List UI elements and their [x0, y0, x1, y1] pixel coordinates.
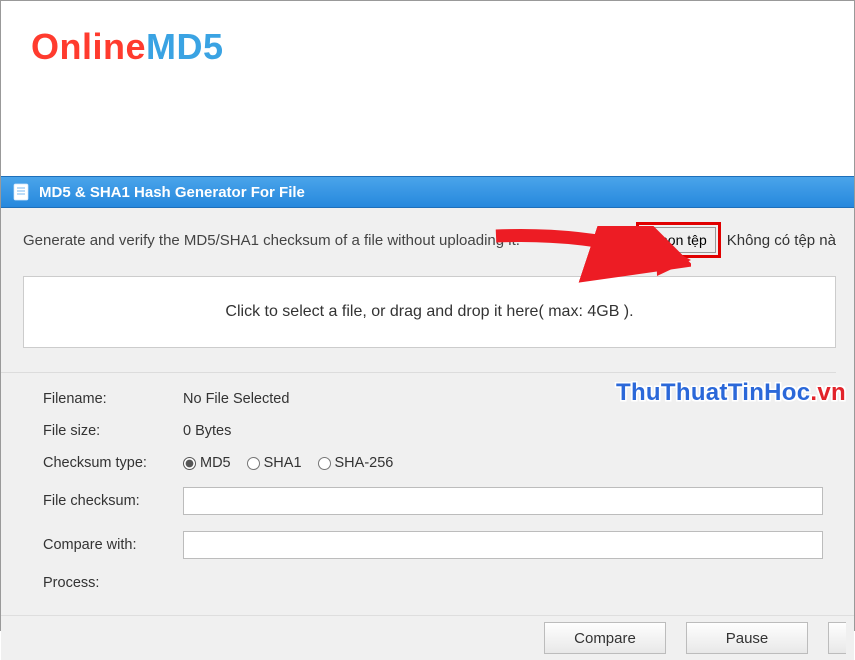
choose-file-button[interactable]: Chọn tệp — [641, 227, 716, 253]
choose-file-highlight: Chọn tệp — [636, 222, 721, 258]
value-filename: No File Selected — [183, 391, 289, 407]
file-picker-area: Chọn tệp Không có tệp nà — [636, 222, 836, 258]
fields-area: Filename: No File Selected File size: 0 … — [1, 372, 836, 615]
button-cutoff — [828, 622, 846, 654]
no-file-chosen-label: Không có tệp nà — [727, 232, 836, 249]
radio-sha1[interactable] — [247, 457, 260, 470]
radio-md5[interactable] — [183, 457, 196, 470]
panel-title: MD5 & SHA1 Hash Generator For File — [39, 184, 305, 201]
label-compare-with: Compare with: — [43, 537, 183, 553]
label-filesize: File size: — [43, 423, 183, 439]
radio-sha256[interactable] — [318, 457, 331, 470]
label-process: Process: — [43, 575, 183, 591]
logo-part-online: Online — [31, 26, 146, 67]
file-checksum-input[interactable] — [183, 487, 823, 515]
panel-header: MD5 & SHA1 Hash Generator For File — [1, 176, 854, 208]
panel-body: Generate and verify the MD5/SHA1 checksu… — [1, 208, 854, 616]
site-logo: OnlineMD5 — [31, 26, 854, 68]
row-checksum-type: Checksum type: MD5 SHA1 SHA-256 — [43, 455, 836, 471]
row-file-checksum: File checksum: — [43, 487, 836, 515]
row-process: Process: — [43, 575, 836, 591]
row-compare-with: Compare with: — [43, 531, 836, 559]
label-filename: Filename: — [43, 391, 183, 407]
panel-description: Generate and verify the MD5/SHA1 checksu… — [23, 232, 520, 249]
compare-button[interactable]: Compare — [544, 622, 666, 654]
row-filename: Filename: No File Selected — [43, 391, 836, 407]
dropzone[interactable]: Click to select a file, or drag and drop… — [23, 276, 836, 348]
label-file-checksum: File checksum: — [43, 493, 183, 509]
description-row: Generate and verify the MD5/SHA1 checksu… — [23, 222, 836, 258]
radio-label-md5: MD5 — [200, 455, 231, 471]
pause-button[interactable]: Pause — [686, 622, 808, 654]
radio-label-sha256: SHA-256 — [335, 455, 394, 471]
radio-label-sha1: SHA1 — [264, 455, 302, 471]
radio-option-sha256[interactable]: SHA-256 — [318, 455, 394, 471]
checksum-type-options: MD5 SHA1 SHA-256 — [183, 455, 393, 471]
hash-generator-panel: MD5 & SHA1 Hash Generator For File Gener… — [1, 176, 854, 660]
label-checksum-type: Checksum type: — [43, 455, 183, 471]
row-filesize: File size: 0 Bytes — [43, 423, 836, 439]
compare-with-input[interactable] — [183, 531, 823, 559]
footer-buttons: Compare Pause — [1, 616, 854, 660]
value-filesize: 0 Bytes — [183, 423, 231, 439]
file-icon — [11, 182, 31, 202]
logo-part-md5: MD5 — [146, 26, 224, 67]
radio-option-md5[interactable]: MD5 — [183, 455, 231, 471]
radio-option-sha1[interactable]: SHA1 — [247, 455, 302, 471]
dropzone-text: Click to select a file, or drag and drop… — [225, 303, 633, 321]
